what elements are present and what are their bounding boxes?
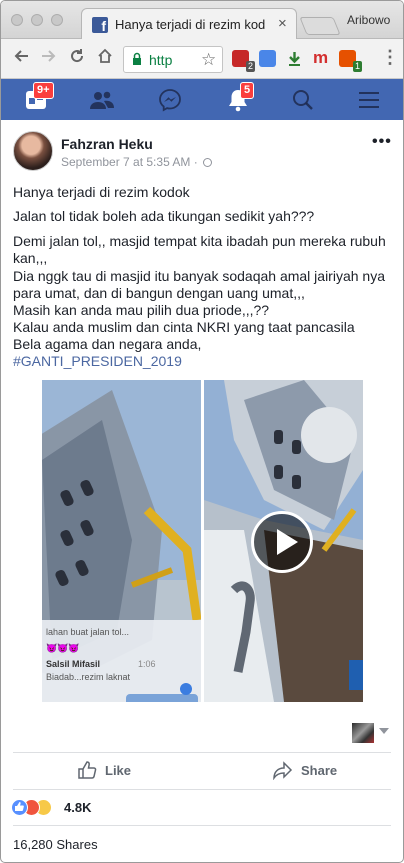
zoom-window-button[interactable] <box>51 14 63 26</box>
post-timestamp[interactable]: September 7 at 5:35 AM · <box>61 155 213 169</box>
forward-arrow-icon[interactable] <box>41 48 57 68</box>
video-comment: lahan buat jalan tol... <box>46 627 130 637</box>
video-comment: Biadab...rezim laknat <box>46 672 131 682</box>
post-text-paragraph: Demi jalan tol,, masjid tempat kita ibad… <box>13 233 386 266</box>
post-text-line: Masih kan anda mau pilih dua priode,,,?? <box>13 302 270 318</box>
play-button[interactable] <box>251 511 313 573</box>
address-bar[interactable]: http ☆ <box>123 46 223 73</box>
browser-toolbar: http ☆ 2 m 1 ⋮ <box>1 39 403 79</box>
menu-icon[interactable] <box>358 91 380 114</box>
avatar[interactable] <box>13 131 53 171</box>
extension-badge: 1 <box>352 61 362 72</box>
emoji-row: 😈😈😈 <box>46 643 80 653</box>
share-label: Share <box>301 762 338 778</box>
notifications-badge: 5 <box>240 82 255 99</box>
close-window-button[interactable] <box>11 14 23 26</box>
author-name[interactable]: Fahzran Heku <box>61 136 153 152</box>
translate-extension-icon[interactable] <box>259 50 276 67</box>
facebook-navbar: 9+ 5 <box>1 79 403 120</box>
share-icon <box>273 761 293 781</box>
extension-shield-icon[interactable]: 2 <box>232 50 255 72</box>
post-text-paragraph: Jalan tol tidak boleh ada tikungan sedik… <box>13 208 315 224</box>
browser-menu-icon[interactable]: ⋮ <box>381 47 399 67</box>
search-icon[interactable] <box>292 89 314 116</box>
video-comment-author: Salsil Mifasil <box>46 659 101 669</box>
like-reaction-icon <box>11 799 28 816</box>
download-extension-icon[interactable] <box>286 50 303 67</box>
post-text-line: Kalau anda muslim dan cinta NKRI yang ta… <box>13 319 355 335</box>
hashtag-link[interactable]: #GANTI_PRESIDEN_2019 <box>13 353 393 370</box>
viewer-avatar[interactable] <box>352 723 374 743</box>
m-extension-icon[interactable]: m <box>313 49 330 67</box>
divider <box>13 825 391 826</box>
tab-active[interactable]: f Hanya terjadi di rezim kodok × <box>81 8 297 40</box>
post-text-line: Bela agama dan negara anda, <box>13 336 202 352</box>
post-text-line: Dia nggk tau di masjid itu banyak sodaqa… <box>13 268 385 301</box>
profile-name[interactable]: Aribowo <box>347 13 390 27</box>
minimize-window-button[interactable] <box>31 14 43 26</box>
back-arrow-icon[interactable] <box>13 48 29 68</box>
lock-icon <box>133 52 141 65</box>
video-frame-right <box>204 380 363 702</box>
globe-icon <box>203 158 213 167</box>
reaction-count: 4.8K <box>64 800 92 815</box>
star-icon[interactable]: ☆ <box>201 50 216 70</box>
like-icon <box>78 761 97 779</box>
extension-orange-icon[interactable]: 1 <box>339 50 362 72</box>
divider <box>13 752 391 753</box>
home-icon[interactable] <box>97 48 113 68</box>
new-tab-button[interactable] <box>299 17 341 35</box>
tab-title: Hanya terjadi di rezim kodok <box>115 17 265 32</box>
facebook-favicon: f <box>92 17 108 33</box>
tab-close-icon[interactable]: × <box>278 15 287 32</box>
chevron-down-icon[interactable] <box>379 728 389 734</box>
friends-icon[interactable] <box>90 90 114 115</box>
feed-badge: 9+ <box>33 82 54 99</box>
video-frame-left: lahan buat jalan tol... 😈😈😈 Salsil Mifas… <box>42 380 201 702</box>
url-text: http <box>149 52 173 68</box>
browser-window: f Hanya terjadi di rezim kodok × Aribowo… <box>0 0 404 863</box>
video-player[interactable]: lahan buat jalan tol... 😈😈😈 Salsil Mifas… <box>42 380 363 702</box>
video-comment-time: 1:06 <box>138 659 156 669</box>
share-button[interactable]: Share <box>273 760 337 782</box>
divider <box>13 789 391 790</box>
messenger-icon[interactable] <box>158 88 182 117</box>
post-text-paragraph: Hanya terjadi di rezim kodok <box>13 184 190 200</box>
like-reaction-icon <box>180 683 192 695</box>
share-count[interactable]: 16,280 Shares <box>13 837 98 852</box>
reload-icon[interactable] <box>69 48 85 68</box>
timestamp-text: September 7 at 5:35 AM · <box>61 155 202 169</box>
video-input-bar <box>126 694 198 702</box>
tab-bar: f Hanya terjadi di rezim kodok × Aribowo <box>1 1 403 40</box>
more-options-button[interactable]: ••• <box>372 133 392 151</box>
like-label: Like <box>105 762 132 778</box>
extension-badge: 2 <box>245 61 255 72</box>
like-button[interactable]: Like <box>77 760 131 782</box>
